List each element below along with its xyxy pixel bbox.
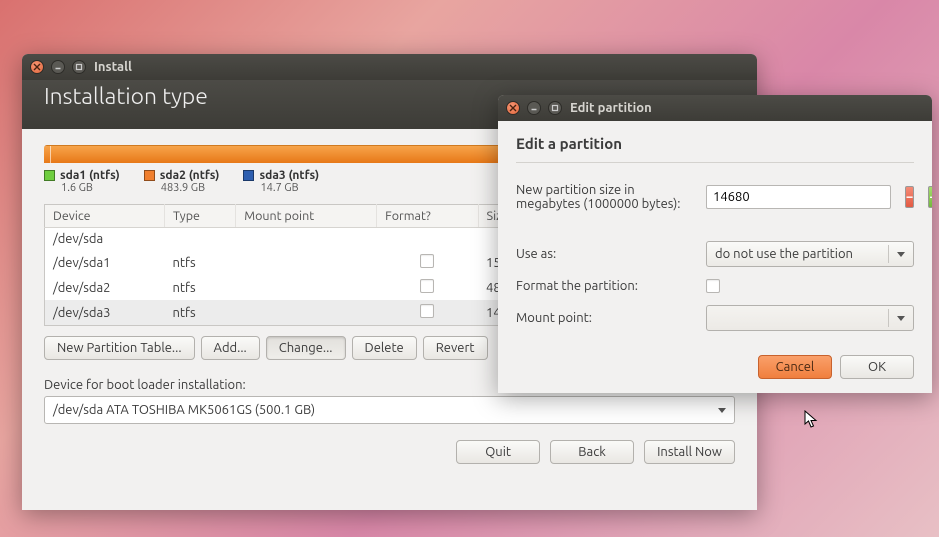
bootloader-select[interactable]: /dev/sda ATA TOSHIBA MK5061GS (500.1 GB) (44, 396, 735, 424)
table-cell: ntfs (164, 275, 235, 300)
mount-row: Mount point: (516, 299, 914, 337)
add-button[interactable]: Add... (201, 336, 260, 360)
back-button[interactable]: Back (550, 440, 634, 464)
format-checkbox[interactable] (420, 279, 434, 293)
table-cell (236, 250, 377, 275)
format-checkbox[interactable] (420, 304, 434, 318)
table-cell: ntfs (164, 300, 235, 326)
divider (516, 162, 914, 163)
edit-partition-dialog: Edit partition Edit a partition New part… (498, 95, 932, 393)
maximize-icon[interactable] (72, 60, 86, 74)
maximize-icon[interactable] (548, 101, 562, 115)
size-spinner[interactable] (706, 185, 891, 209)
format-label: Format the partition: (516, 279, 694, 293)
cancel-button[interactable]: Cancel (758, 355, 832, 379)
chevron-down-icon (897, 252, 905, 257)
change-button[interactable]: Change... (266, 336, 346, 360)
format-checkbox[interactable] (420, 254, 434, 268)
minimize-icon[interactable] (527, 101, 541, 115)
legend-name: sda3 (ntfs) (259, 169, 319, 182)
table-cell (377, 250, 478, 275)
use-as-select[interactable]: do not use the partition (706, 241, 914, 267)
legend-size: 1.6 GB (44, 182, 120, 194)
ok-button[interactable]: OK (840, 355, 914, 379)
chevron-down-icon (897, 316, 905, 321)
size-label: New partition size in megabytes (1000000… (516, 183, 694, 211)
table-cell (377, 300, 478, 326)
legend-size: 483.9 GB (144, 182, 220, 194)
window-controls (506, 101, 562, 115)
close-icon[interactable] (30, 60, 44, 74)
chevron-down-icon (718, 408, 726, 413)
bootloader-value: /dev/sda ATA TOSHIBA MK5061GS (500.1 GB) (53, 403, 315, 417)
wizard-nav-row: Quit Back Install Now (44, 424, 735, 464)
column-header[interactable]: Format? (377, 205, 478, 228)
mount-select[interactable] (706, 305, 914, 331)
use-as-label: Use as: (516, 247, 694, 261)
mouse-cursor-icon (804, 410, 820, 430)
close-icon[interactable] (506, 101, 520, 115)
table-cell: /dev/sda3 (45, 300, 165, 326)
new-partition-table-button[interactable]: New Partition Table... (44, 336, 195, 360)
legend-name: sda2 (ntfs) (160, 169, 220, 182)
decrement-button[interactable]: − (905, 186, 914, 208)
format-checkbox[interactable] (706, 279, 720, 293)
legend-swatch (144, 170, 155, 181)
format-row: Format the partition: (516, 273, 914, 299)
window-title: Install (94, 60, 132, 74)
dialog-title: Edit partition (570, 101, 652, 115)
table-cell (377, 228, 478, 251)
dialog-button-row: Cancel OK (516, 337, 914, 379)
column-header[interactable]: Type (164, 205, 235, 228)
install-now-button[interactable]: Install Now (644, 440, 735, 464)
legend-swatch (44, 170, 55, 181)
legend-item: sda1 (ntfs)1.6 GB (44, 169, 120, 194)
table-cell (164, 228, 235, 251)
table-cell (236, 275, 377, 300)
legend-size: 14.7 GB (243, 182, 319, 194)
table-cell (377, 275, 478, 300)
revert-button[interactable]: Revert (423, 336, 488, 360)
table-cell (236, 228, 377, 251)
quit-button[interactable]: Quit (456, 440, 540, 464)
dialog-titlebar[interactable]: Edit partition (498, 95, 932, 121)
size-input[interactable] (707, 190, 890, 204)
column-header[interactable]: Device (45, 205, 165, 228)
dialog-body: Edit a partition New partition size in m… (498, 121, 932, 393)
legend-name: sda1 (ntfs) (60, 169, 120, 182)
size-row: New partition size in megabytes (1000000… (516, 177, 914, 217)
use-as-row: Use as: do not use the partition (516, 235, 914, 273)
table-cell (236, 300, 377, 326)
install-titlebar[interactable]: Install (22, 54, 757, 80)
mount-label: Mount point: (516, 311, 694, 325)
table-cell: /dev/sda1 (45, 250, 165, 275)
table-cell: /dev/sda (45, 228, 165, 251)
table-cell: /dev/sda2 (45, 275, 165, 300)
legend-item: sda2 (ntfs)483.9 GB (144, 169, 220, 194)
legend-swatch (243, 170, 254, 181)
window-controls (30, 60, 86, 74)
delete-button[interactable]: Delete (352, 336, 417, 360)
dialog-heading: Edit a partition (516, 135, 914, 158)
table-cell: ntfs (164, 250, 235, 275)
minimize-icon[interactable] (51, 60, 65, 74)
column-header[interactable]: Mount point (236, 205, 377, 228)
use-as-value: do not use the partition (715, 247, 853, 261)
legend-item: sda3 (ntfs)14.7 GB (243, 169, 319, 194)
increment-button[interactable]: + (928, 186, 932, 208)
